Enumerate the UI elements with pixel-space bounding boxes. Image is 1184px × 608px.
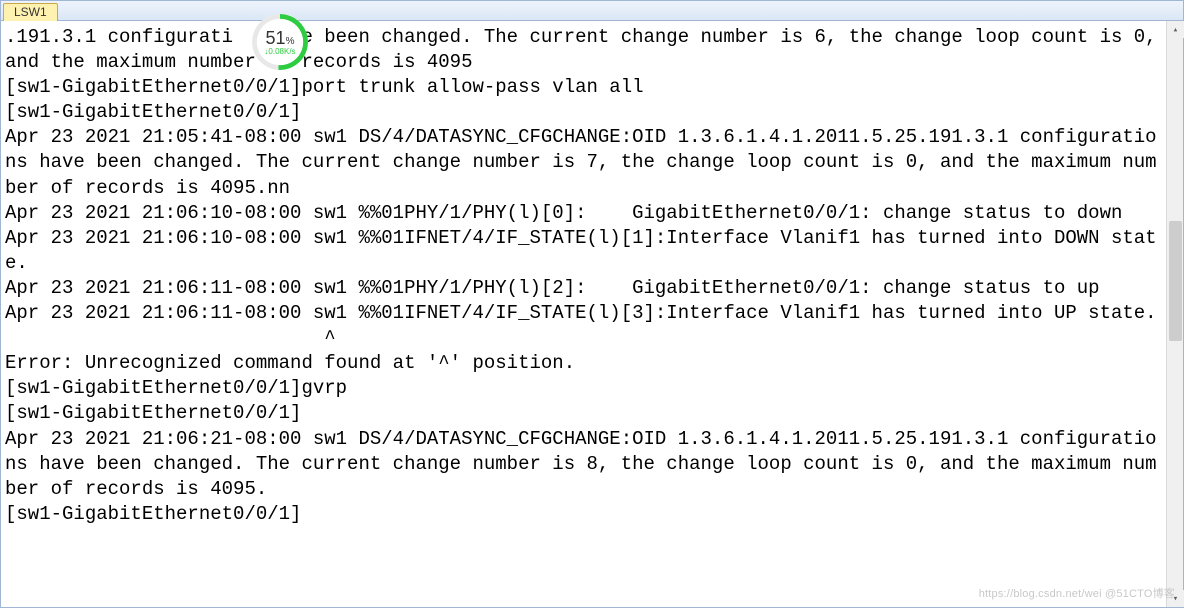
tab-bar: LSW1 <box>1 1 1183 21</box>
tab-lsw1[interactable]: LSW1 <box>3 3 58 21</box>
gauge-rate: ↓0.08K/s <box>264 48 295 56</box>
scroll-thumb[interactable] <box>1169 221 1182 341</box>
scroll-down-button[interactable]: ▾ <box>1167 590 1184 607</box>
vertical-scrollbar[interactable]: ▴ ▾ <box>1166 21 1183 607</box>
gauge-percent-unit: % <box>286 36 295 47</box>
gauge-percent-value: 51 <box>266 28 286 48</box>
terminal-area: .191.3.1 configurati have been changed. … <box>1 21 1183 607</box>
download-gauge: 51% ↓0.08K/s <box>252 14 308 70</box>
scroll-up-button[interactable]: ▴ <box>1167 21 1184 38</box>
terminal-window: LSW1 .191.3.1 configurati have been chan… <box>0 0 1184 608</box>
gauge-percent: 51% <box>266 29 295 47</box>
terminal-output[interactable]: .191.3.1 configurati have been changed. … <box>1 21 1166 607</box>
